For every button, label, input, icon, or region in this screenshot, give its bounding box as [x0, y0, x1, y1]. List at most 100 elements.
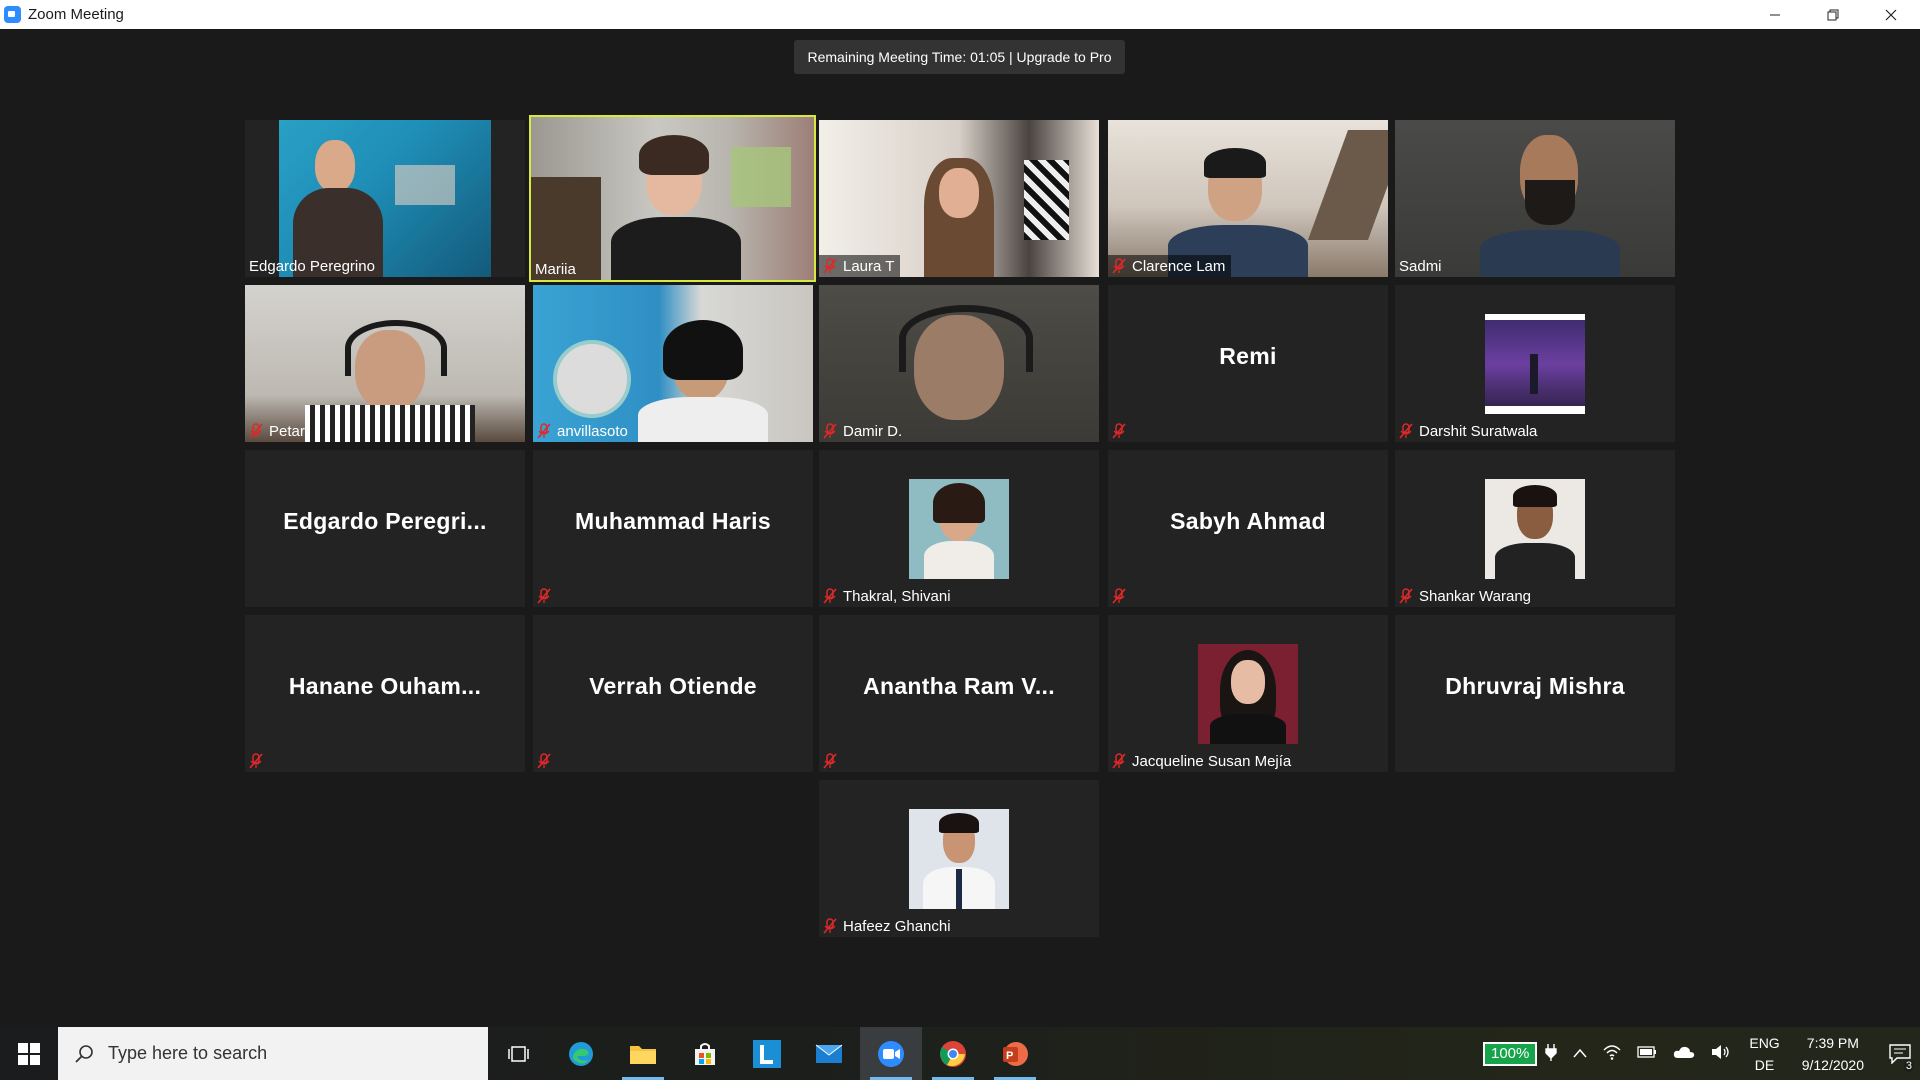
- restore-icon: [1827, 9, 1839, 20]
- chrome-icon: [940, 1040, 966, 1067]
- participant-tile-dhruvraj[interactable]: Dhruvraj Mishra: [1395, 615, 1675, 772]
- search-placeholder: Type here to search: [108, 1043, 268, 1063]
- meeting-area: Remaining Meeting Time: 01:05 | Upgrade …: [0, 29, 1920, 1027]
- mic-muted-icon: [823, 588, 837, 604]
- zoom-app-icon: [4, 6, 21, 23]
- profile-picture: [909, 479, 1009, 579]
- participant-tile-jacqueline[interactable]: Jacqueline Susan Mejía: [1108, 615, 1388, 772]
- participant-label: [245, 750, 275, 772]
- title-bar: Zoom Meeting: [0, 0, 1920, 29]
- onedrive-cloud-icon[interactable]: [1673, 1045, 1695, 1063]
- powerpoint-taskbar-button[interactable]: P: [984, 1027, 1046, 1080]
- participant-video: [1108, 120, 1388, 277]
- participant-tile-hanane[interactable]: Hanane Ouham...: [245, 615, 525, 772]
- participant-name: Sadmi: [1399, 257, 1442, 275]
- participant-name: Laura T: [843, 257, 895, 275]
- participant-tile-anvillasoto[interactable]: anvillasoto: [533, 285, 813, 442]
- zoom-icon: [878, 1040, 904, 1067]
- zoom-taskbar-button[interactable]: [860, 1027, 922, 1080]
- participant-tile-damir[interactable]: Damir D.: [819, 285, 1099, 442]
- wifi-icon[interactable]: [1603, 1044, 1621, 1064]
- participant-tile-darshit[interactable]: Darshit Suratwala: [1395, 285, 1675, 442]
- participant-video: [245, 285, 525, 442]
- edge-icon: [569, 1041, 593, 1066]
- mic-muted-icon: [1112, 588, 1126, 604]
- store-taskbar-button[interactable]: [674, 1027, 736, 1080]
- participant-video: [245, 120, 525, 277]
- participant-display-name: Hanane Ouham...: [288, 673, 482, 699]
- participant-tile-petar[interactable]: Petar: [245, 285, 525, 442]
- language-secondary: DE: [1754, 1056, 1775, 1073]
- participant-tile-muhammad[interactable]: Muhammad Haris: [533, 450, 813, 607]
- profile-picture: [1198, 644, 1298, 744]
- l-app-icon: [753, 1039, 781, 1068]
- mic-muted-icon: [537, 753, 551, 769]
- participant-name: anvillasoto: [557, 422, 628, 440]
- speaker-volume-icon[interactable]: [1711, 1044, 1731, 1064]
- action-center-button[interactable]: 3: [1880, 1027, 1920, 1080]
- participant-tile-shivani[interactable]: Thakral, Shivani: [819, 450, 1099, 607]
- participant-display-name: Muhammad Haris: [575, 508, 771, 534]
- participant-tile-sadmi[interactable]: Sadmi: [1395, 120, 1675, 277]
- chrome-taskbar-button[interactable]: [922, 1027, 984, 1080]
- window-controls: [1746, 0, 1920, 29]
- participant-tile-edgardo-video[interactable]: Edgardo Peregrino: [245, 120, 525, 277]
- plug-icon[interactable]: [1545, 1043, 1558, 1065]
- chevron-up-icon[interactable]: [1573, 1045, 1587, 1062]
- taskbar-search-box[interactable]: Type here to search: [58, 1027, 488, 1080]
- participant-label: Sadmi: [1395, 255, 1448, 277]
- participant-name: Shankar Warang: [1419, 587, 1532, 605]
- participant-name: Jacqueline Susan Mejía: [1132, 752, 1292, 770]
- participant-tile-sabyh[interactable]: Sabyh Ahmad: [1108, 450, 1388, 607]
- taskbar-clock[interactable]: 7:39 PM 9/12/2020: [1802, 1032, 1864, 1076]
- close-button[interactable]: [1862, 0, 1920, 29]
- language-indicator[interactable]: ENG DE: [1749, 1032, 1779, 1076]
- participant-video: [533, 285, 813, 442]
- participant-tile-mariia[interactable]: Mariia: [529, 115, 816, 282]
- participant-display-name: Edgardo Peregri...: [283, 508, 487, 534]
- participant-display-name: Anantha Ram V...: [863, 673, 1055, 699]
- participant-display-name: Remi: [1219, 343, 1277, 369]
- mic-muted-icon: [249, 423, 263, 439]
- store-icon: [695, 1042, 715, 1065]
- start-button[interactable]: [0, 1027, 58, 1080]
- mail-taskbar-button[interactable]: [798, 1027, 860, 1080]
- mic-muted-icon: [823, 258, 837, 274]
- restore-button[interactable]: [1804, 0, 1862, 29]
- participant-tile-verrah[interactable]: Verrah Otiende: [533, 615, 813, 772]
- participant-label: Hafeez Ghanchi: [819, 915, 957, 937]
- participant-name: Petar: [269, 422, 305, 440]
- participant-name: Edgardo Peregrino: [249, 257, 375, 275]
- participant-name: Clarence Lam: [1132, 257, 1226, 275]
- mic-muted-icon: [823, 423, 837, 439]
- participant-tile-clarence[interactable]: Clarence Lam: [1108, 120, 1388, 277]
- participant-label: Edgardo Peregrino: [245, 255, 381, 277]
- task-view-button[interactable]: [488, 1027, 550, 1080]
- battery-percentage[interactable]: 100%: [1482, 1041, 1538, 1066]
- file-explorer-taskbar-button[interactable]: [612, 1027, 674, 1080]
- mic-muted-icon: [1112, 423, 1126, 439]
- participant-tile-anantha[interactable]: Anantha Ram V...: [819, 615, 1099, 772]
- participant-tile-edgardo-name[interactable]: Edgardo Peregri...: [245, 450, 525, 607]
- participant-label: anvillasoto: [533, 420, 634, 442]
- participant-tile-laura[interactable]: Laura T: [819, 120, 1099, 277]
- participant-tile-remi[interactable]: Remi: [1108, 285, 1388, 442]
- participant-video: [819, 285, 1099, 442]
- profile-picture: [1485, 314, 1585, 414]
- participant-label: Mariia: [531, 258, 582, 280]
- participant-label: Thakral, Shivani: [819, 585, 957, 607]
- participant-tile-hafeez[interactable]: Hafeez Ghanchi: [819, 780, 1099, 937]
- l-app-taskbar-button[interactable]: [736, 1027, 798, 1080]
- participant-label: Darshit Suratwala: [1395, 420, 1543, 442]
- participant-tile-shankar[interactable]: Shankar Warang: [1395, 450, 1675, 607]
- minimize-button[interactable]: [1746, 0, 1804, 29]
- battery-icon[interactable]: [1637, 1045, 1657, 1062]
- clock-date: 9/12/2020: [1801, 1056, 1864, 1073]
- edge-taskbar-button[interactable]: [550, 1027, 612, 1080]
- participant-name: Darshit Suratwala: [1419, 422, 1538, 440]
- participant-label: Clarence Lam: [1108, 255, 1232, 277]
- powerpoint-icon: P: [1003, 1041, 1028, 1066]
- participant-label: [533, 750, 563, 772]
- language-primary: ENG: [1749, 1034, 1780, 1051]
- remaining-time-banner[interactable]: Remaining Meeting Time: 01:05 | Upgrade …: [794, 40, 1125, 74]
